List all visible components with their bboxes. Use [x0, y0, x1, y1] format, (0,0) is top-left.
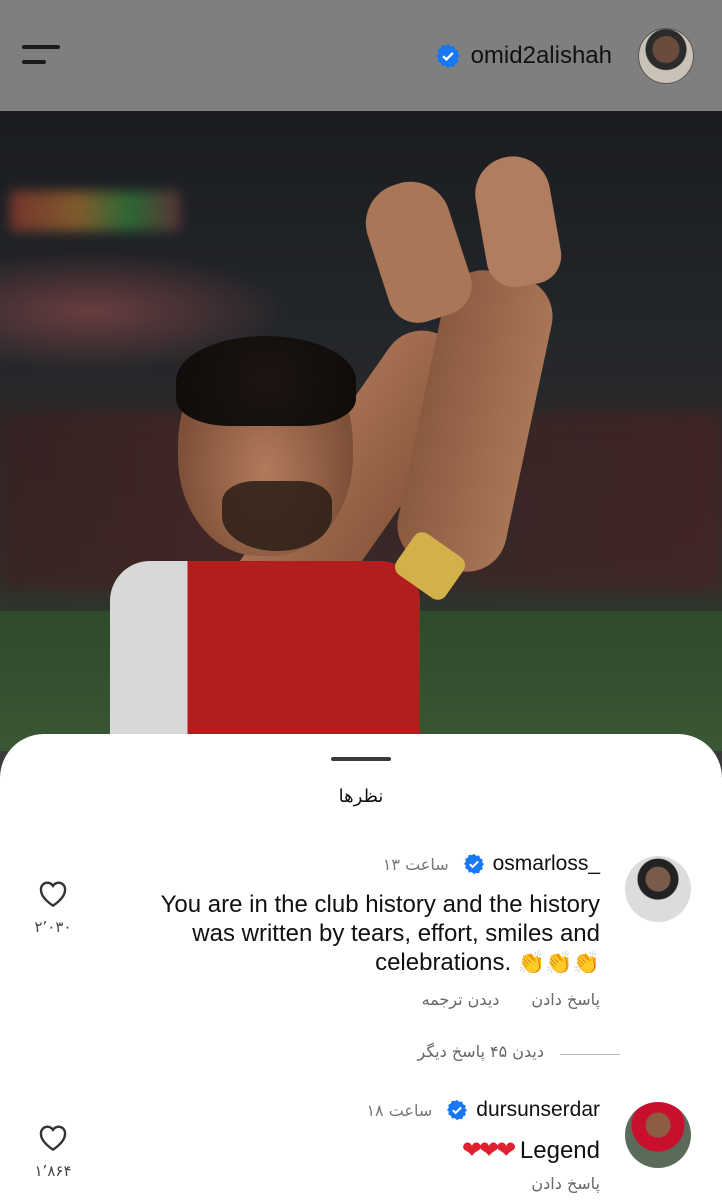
player-shirt	[110, 561, 420, 751]
heart-emoji: ❤❤❤	[461, 1137, 516, 1164]
comment-actions: پاسخ دادن	[531, 1174, 600, 1193]
commenter-username[interactable]: osmarloss_	[493, 852, 600, 876]
comment-header: ۱۳ ساعت osmarloss_	[383, 852, 600, 876]
hamburger-menu-icon[interactable]	[22, 43, 62, 69]
clap-emoji: 👏👏👏	[517, 950, 600, 975]
see-translation-link[interactable]: دیدن ترجمه	[422, 990, 500, 1009]
comment-time: ۱۳ ساعت	[382, 854, 449, 874]
comment-body: Legend	[519, 1137, 600, 1164]
top-bar: omid2alishah	[0, 0, 722, 111]
commenter-avatar[interactable]	[625, 1102, 691, 1168]
comments-title: نظرها	[338, 786, 384, 807]
verified-badge-icon	[446, 1099, 468, 1121]
author-avatar[interactable]	[638, 27, 694, 84]
post-author[interactable]: omid2alishah	[435, 27, 694, 84]
like-count: ۲٬۰۳۰	[34, 918, 72, 936]
comment-text: You are in the club history and the hist…	[160, 890, 600, 977]
commenter-avatar[interactable]	[625, 856, 691, 922]
commenter-username[interactable]: dursunserdar	[476, 1098, 600, 1122]
player-left-hand	[355, 171, 480, 331]
comment-actions: دیدن ترجمه پاسخ دادن	[422, 990, 600, 1009]
reply-link[interactable]: پاسخ دادن	[531, 1174, 600, 1193]
comment-item: ۱۳ ساعت osmarloss_ You are in the club h…	[0, 852, 722, 1072]
view-more-replies[interactable]: دیدن ۴۵ پاسخ دیگر	[0, 1042, 722, 1066]
verified-badge-icon	[463, 853, 485, 875]
verified-badge-icon	[435, 43, 461, 69]
post-photo[interactable]	[0, 111, 722, 751]
reply-link[interactable]: پاسخ دادن	[531, 990, 600, 1009]
comment-item: ۱۸ ساعت dursunserdar ❤❤❤ Legend پاسخ داد…	[0, 1098, 722, 1200]
view-more-replies-label[interactable]: دیدن ۴۵ پاسخ دیگر	[418, 1042, 544, 1061]
comment-header: ۱۸ ساعت dursunserdar	[366, 1098, 600, 1122]
comments-sheet: نظرها ۱۳ ساعت osmarloss_ You are in the …	[0, 734, 722, 1200]
heart-outline-icon[interactable]	[37, 1122, 69, 1152]
like-button[interactable]: ۲٬۰۳۰	[30, 878, 76, 936]
heart-outline-icon[interactable]	[37, 878, 69, 908]
author-username[interactable]: omid2alishah	[471, 42, 612, 70]
like-count: ۱٬۸۶۴	[34, 1162, 72, 1180]
player-hair	[176, 336, 356, 426]
instagram-post-screen: omid2alishah نظرها ۱۳ ساعت osmarloss_ Yo…	[0, 0, 722, 1200]
player-beard	[222, 481, 332, 551]
like-button[interactable]: ۱٬۸۶۴	[30, 1122, 76, 1180]
stadium-scoreboard	[10, 191, 180, 231]
comment-text: ❤❤❤ Legend	[160, 1136, 600, 1165]
sheet-drag-handle[interactable]	[331, 757, 391, 761]
replies-divider	[560, 1054, 620, 1055]
comment-time: ۱۸ ساعت	[366, 1100, 433, 1120]
